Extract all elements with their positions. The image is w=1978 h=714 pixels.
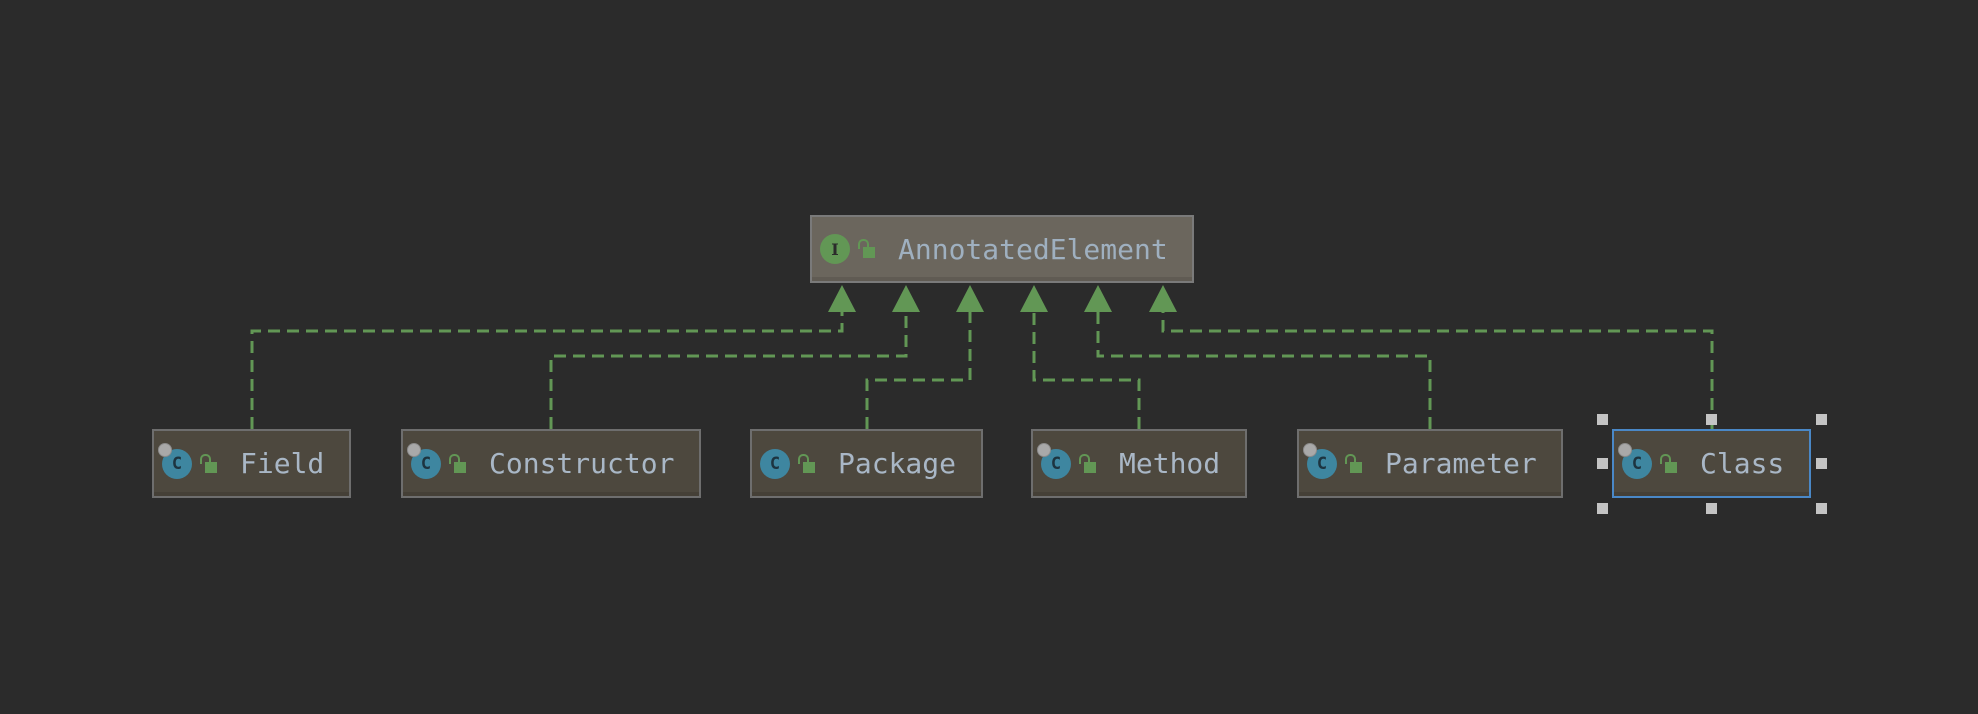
final-badge-icon xyxy=(1303,442,1317,457)
public-unlock-icon xyxy=(798,453,818,475)
node-label: Method xyxy=(1119,447,1221,480)
final-badge-icon xyxy=(158,442,172,457)
resize-handle-sw[interactable] xyxy=(1597,503,1608,514)
node-label: Parameter xyxy=(1385,447,1537,480)
arrowhead-field xyxy=(828,285,856,312)
class-icon: C xyxy=(407,442,441,479)
public-unlock-icon xyxy=(858,238,878,260)
edges-layer xyxy=(250,285,1714,429)
node-package[interactable]: C Package xyxy=(750,429,983,498)
arrowhead-constructor xyxy=(892,285,920,312)
arrowhead-method xyxy=(1020,285,1048,312)
public-unlock-icon xyxy=(1660,453,1680,475)
public-unlock-icon xyxy=(200,453,220,475)
edge-field-implements[interactable] xyxy=(250,312,844,429)
node-label: AnnotatedElement xyxy=(898,232,1168,266)
arrowhead-package xyxy=(956,285,984,312)
node-label: Field xyxy=(240,447,325,480)
node-label: Package xyxy=(838,447,957,480)
node-annotated-element[interactable]: I AnnotatedElement xyxy=(810,215,1194,283)
class-icon: C xyxy=(1303,442,1337,479)
resize-handle-e[interactable] xyxy=(1816,458,1827,469)
resize-handle-ne[interactable] xyxy=(1816,414,1827,425)
node-parameter[interactable]: C Parameter xyxy=(1297,429,1563,498)
final-badge-icon xyxy=(1618,442,1632,457)
node-field[interactable]: C Field xyxy=(152,429,351,498)
resize-handle-w[interactable] xyxy=(1597,458,1608,469)
arrowhead-parameter xyxy=(1084,285,1112,312)
public-unlock-icon xyxy=(1345,453,1365,475)
final-badge-icon xyxy=(1037,442,1051,457)
edge-method-implements[interactable] xyxy=(1032,312,1141,429)
node-label: Constructor xyxy=(489,447,675,480)
node-class[interactable]: C Class xyxy=(1612,429,1811,498)
public-unlock-icon xyxy=(1079,453,1099,475)
edge-package-implements[interactable] xyxy=(865,312,972,429)
class-icon: C xyxy=(1618,442,1652,479)
resize-handle-n[interactable] xyxy=(1706,414,1717,425)
public-unlock-icon xyxy=(449,453,469,475)
node-constructor[interactable]: C Constructor xyxy=(401,429,701,498)
resize-handle-nw[interactable] xyxy=(1597,414,1608,425)
final-badge-icon xyxy=(407,442,421,457)
class-icon: C xyxy=(760,448,790,479)
resize-handle-s[interactable] xyxy=(1706,503,1717,514)
node-label: Class xyxy=(1700,447,1785,480)
resize-handle-se[interactable] xyxy=(1816,503,1827,514)
edge-class-implements[interactable] xyxy=(1161,312,1714,429)
arrowhead-class xyxy=(1149,285,1177,312)
node-method[interactable]: C Method xyxy=(1031,429,1247,498)
class-icon: C xyxy=(1037,442,1071,479)
class-icon: C xyxy=(158,442,192,479)
interface-icon: I xyxy=(820,234,850,264)
